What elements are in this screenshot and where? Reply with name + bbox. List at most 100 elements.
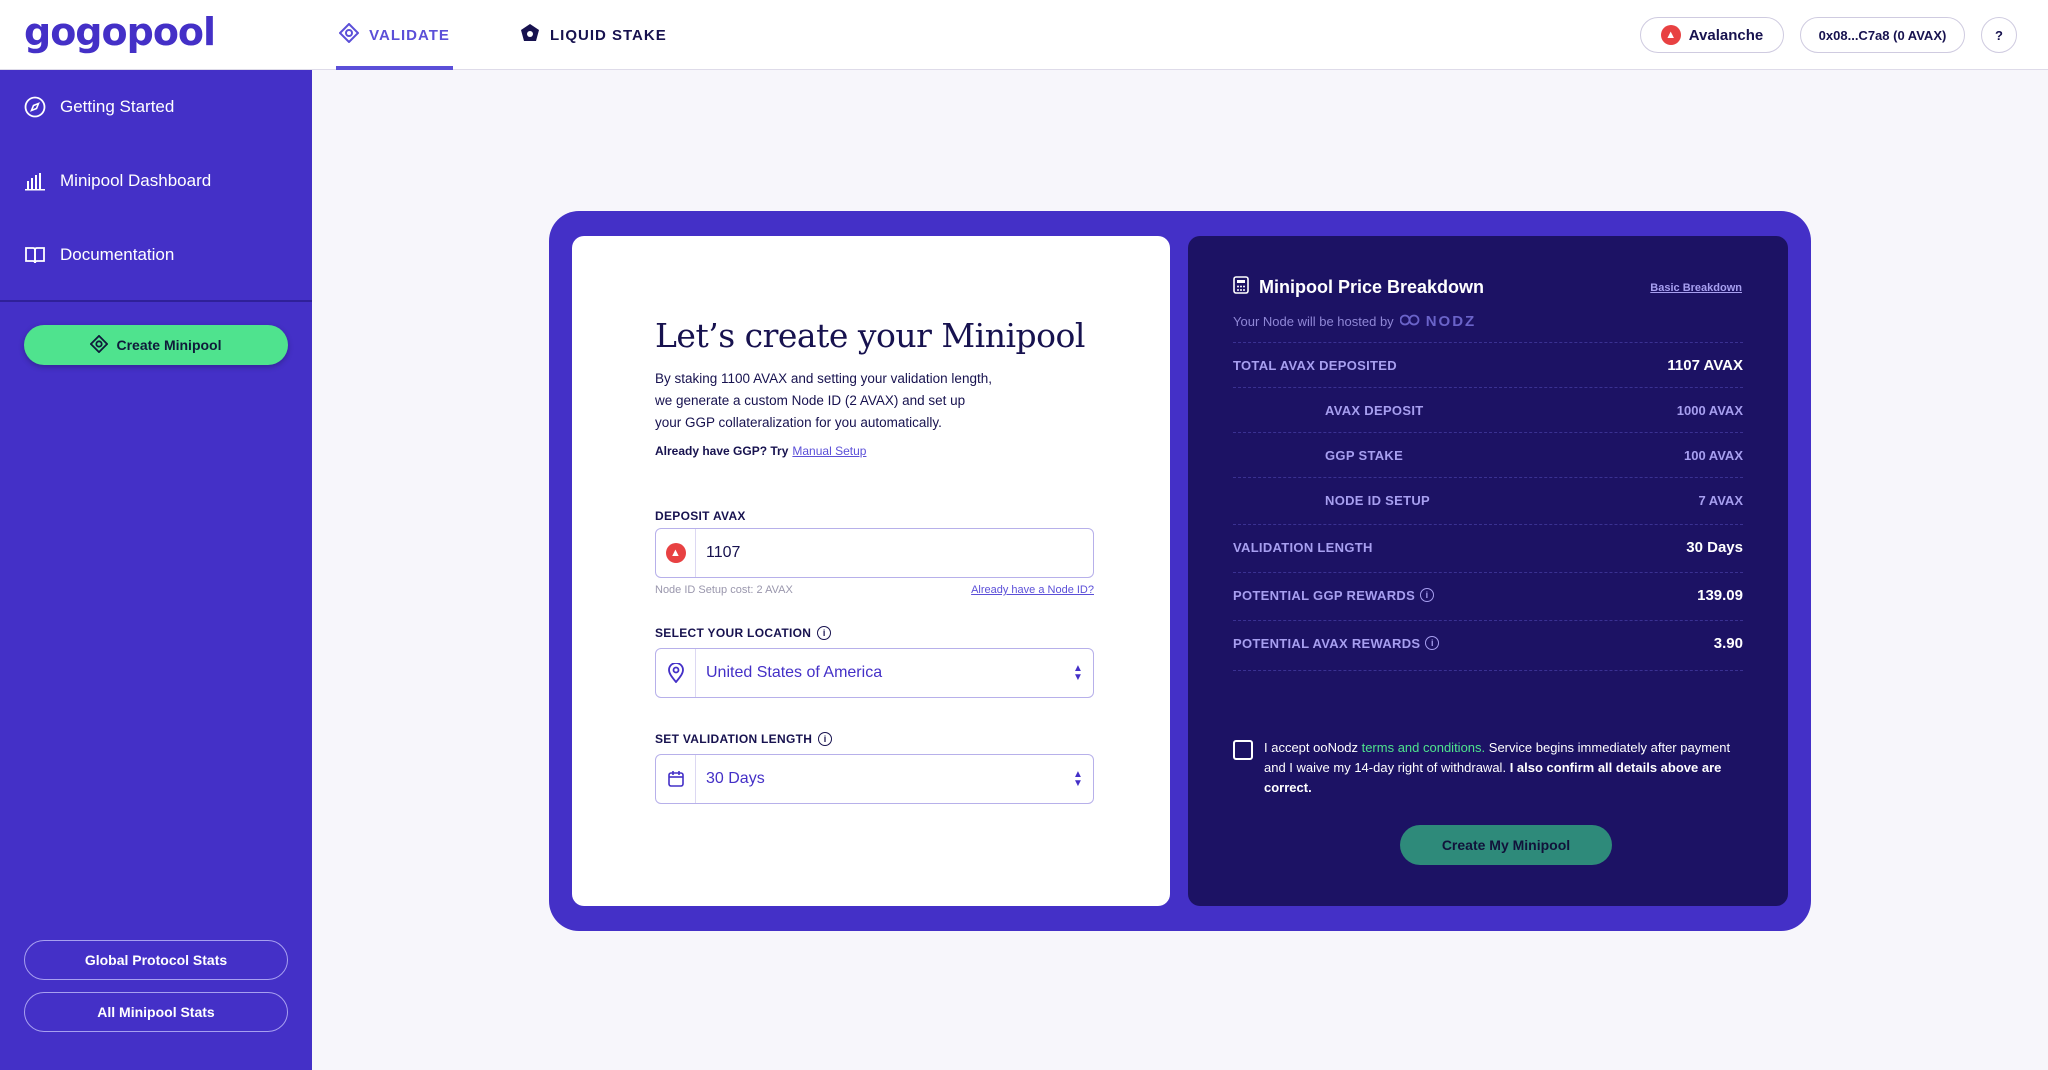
sidebar-item-minipool-dashboard[interactable]: Minipool Dashboard <box>24 170 211 192</box>
breakdown-row-ggp-stake: GGP STAKE 100 AVAX <box>1233 432 1743 477</box>
deposit-label: DEPOSIT AVAX <box>655 509 746 523</box>
info-icon[interactable]: i <box>1425 636 1440 650</box>
location-value: United States of America <box>706 664 883 681</box>
sidebar-divider <box>0 300 312 302</box>
help-label: ? <box>1995 27 2003 43</box>
row-value: 7 AVAX <box>1698 492 1743 508</box>
network-label: Avalanche <box>1688 26 1764 44</box>
row-label: AVAX DEPOSIT <box>1325 402 1424 418</box>
deposit-label-text: DEPOSIT AVAX <box>655 509 746 523</box>
sidebar-item-label: Minipool Dashboard <box>60 171 212 190</box>
sidebar-item-label: Documentation <box>60 245 175 264</box>
row-label-text: POTENTIAL AVAX REWARDS <box>1233 635 1421 651</box>
row-value: 100 AVAX <box>1683 447 1743 463</box>
breakdown-row-validation-length: VALIDATION LENGTH 30 Days <box>1233 524 1743 569</box>
breakdown-row-avax-rewards: POTENTIAL AVAX REWARDS i 3.90 <box>1233 620 1743 665</box>
tab-validate-label: VALIDATE <box>369 26 450 44</box>
deposit-value[interactable]: 1107 <box>696 544 1093 562</box>
compass-icon <box>24 96 46 118</box>
create-minipool-label: Create Minipool <box>116 337 222 353</box>
row-label: POTENTIAL GGP REWARDS i <box>1233 587 1435 603</box>
terms-text: I accept ooNodz terms and conditions. Se… <box>1264 738 1744 798</box>
validation-length-select[interactable]: 30 Days ▲ ▼ <box>655 754 1094 804</box>
sidebar-item-label: Getting Started <box>60 97 175 116</box>
avalanche-icon: ▲ <box>656 529 696 577</box>
already-have-ggp-text: Already have GGP? Try <box>655 444 789 458</box>
global-protocol-stats-button[interactable]: Global Protocol Stats <box>24 940 288 980</box>
breakdown-title-text: Minipool Price Breakdown <box>1259 277 1485 297</box>
deposit-avax-input[interactable]: ▲ 1107 <box>655 528 1094 578</box>
global-protocol-stats-label: Global Protocol Stats <box>84 952 228 968</box>
sidebar-item-getting-started[interactable]: Getting Started <box>24 96 174 118</box>
validation-length-label-text: SET VALIDATION LENGTH <box>655 732 813 746</box>
breakdown-row-avax-deposit: AVAX DEPOSIT 1000 AVAX <box>1233 387 1743 432</box>
minipool-form-panel: Let’s create your Minipool By staking 11… <box>572 236 1170 906</box>
location-select[interactable]: United States of America ▲ ▼ <box>655 648 1094 698</box>
hosted-by: Your Node will be hosted by NODZ <box>1233 312 1476 331</box>
row-value: 139.09 <box>1697 586 1743 604</box>
row-value: 3.90 <box>1713 634 1743 652</box>
terms-link[interactable]: terms and conditions. <box>1362 740 1486 755</box>
validation-length-value: 30 Days <box>706 770 765 787</box>
sidebar-item-documentation[interactable]: Documentation <box>24 244 174 266</box>
terms-checkbox[interactable] <box>1233 740 1253 760</box>
oonodz-logo-icon <box>1399 312 1420 331</box>
network-selector[interactable]: ▲ Avalanche <box>1640 17 1784 53</box>
row-label-text: POTENTIAL GGP REWARDS <box>1233 587 1416 603</box>
validate-diamond-icon <box>338 22 360 47</box>
basic-breakdown-link[interactable]: Basic Breakdown <box>1650 282 1742 294</box>
help-button[interactable]: ? <box>1981 17 2017 53</box>
calculator-icon <box>1233 276 1249 299</box>
row-label: TOTAL AVAX DEPOSITED <box>1233 357 1397 373</box>
location-label: SELECT YOUR LOCATION i <box>655 626 832 640</box>
row-value: 30 Days <box>1686 538 1743 556</box>
breakdown-title: Minipool Price Breakdown <box>1233 276 1484 299</box>
create-minipool-button[interactable]: Create Minipool <box>24 325 288 365</box>
already-have-ggp: Already have GGP? Try Manual Setup <box>655 444 866 458</box>
manual-setup-link[interactable]: Manual Setup <box>792 444 866 458</box>
host-brand: NODZ <box>1425 313 1477 330</box>
map-pin-icon <box>656 649 696 697</box>
intro-text: By staking 1100 AVAX and setting your va… <box>655 371 992 430</box>
create-my-minipool-button[interactable]: Create My Minipool <box>1400 825 1612 865</box>
breakdown-row-node-id-setup: NODE ID SETUP 7 AVAX <box>1233 477 1743 522</box>
tab-liquid-stake-label: LIQUID STAKE <box>550 26 667 44</box>
select-arrows-icon: ▲ ▼ <box>1073 769 1083 789</box>
gogopool-logo[interactable]: gogopool <box>24 10 216 54</box>
location-label-text: SELECT YOUR LOCATION <box>655 626 812 640</box>
wallet-label: 0x08...C7a8 (0 AVAX) <box>1818 27 1947 43</box>
select-arrows-icon: ▲ ▼ <box>1073 663 1083 683</box>
price-breakdown-panel: Minipool Price Breakdown Basic Breakdown… <box>1188 236 1788 906</box>
row-label: GGP STAKE <box>1325 447 1404 463</box>
all-minipool-stats-button[interactable]: All Minipool Stats <box>24 992 288 1032</box>
breakdown-row-ggp-rewards: POTENTIAL GGP REWARDS i 139.09 <box>1233 572 1743 617</box>
row-label: VALIDATION LENGTH <box>1233 539 1373 555</box>
breakdown-row-total: TOTAL AVAX DEPOSITED 1107 AVAX <box>1233 342 1743 387</box>
tab-validate[interactable]: VALIDATE <box>336 0 453 70</box>
sidebar: Getting Started Minipool Dashboard Docum… <box>0 70 312 1070</box>
info-icon[interactable]: i <box>818 732 833 746</box>
calendar-icon <box>656 755 696 803</box>
validate-diamond-icon <box>90 334 109 356</box>
row-value: 1000 AVAX <box>1676 402 1743 418</box>
terms-prefix: I accept ooNodz <box>1264 740 1358 755</box>
info-icon[interactable]: i <box>817 626 832 640</box>
node-id-setup-hint: Node ID Setup cost: 2 AVAX <box>655 584 793 596</box>
top-bar: gogopool VALIDATE LIQUID STAKE ▲ Avalanc… <box>0 0 2048 70</box>
tab-liquid-stake[interactable]: LIQUID STAKE <box>520 0 667 70</box>
avalanche-icon: ▲ <box>1660 25 1681 45</box>
row-label: NODE ID SETUP <box>1325 492 1431 508</box>
bar-chart-icon <box>24 170 46 192</box>
hosted-by-text: Your Node will be hosted by <box>1233 314 1394 329</box>
liquid-stake-icon <box>520 23 540 47</box>
page-title: Let’s create your Minipool <box>655 316 1085 355</box>
breakdown-divider <box>1233 670 1743 671</box>
wallet-button[interactable]: 0x08...C7a8 (0 AVAX) <box>1800 17 1965 53</box>
already-have-node-id-link[interactable]: Already have a Node ID? <box>971 584 1094 596</box>
info-icon[interactable]: i <box>1420 588 1435 602</box>
row-value: 1107 AVAX <box>1667 356 1743 374</box>
all-minipool-stats-label: All Minipool Stats <box>97 1004 215 1020</box>
row-label: POTENTIAL AVAX REWARDS i <box>1233 635 1440 651</box>
book-icon <box>24 244 46 266</box>
validation-length-label: SET VALIDATION LENGTH i <box>655 732 833 746</box>
